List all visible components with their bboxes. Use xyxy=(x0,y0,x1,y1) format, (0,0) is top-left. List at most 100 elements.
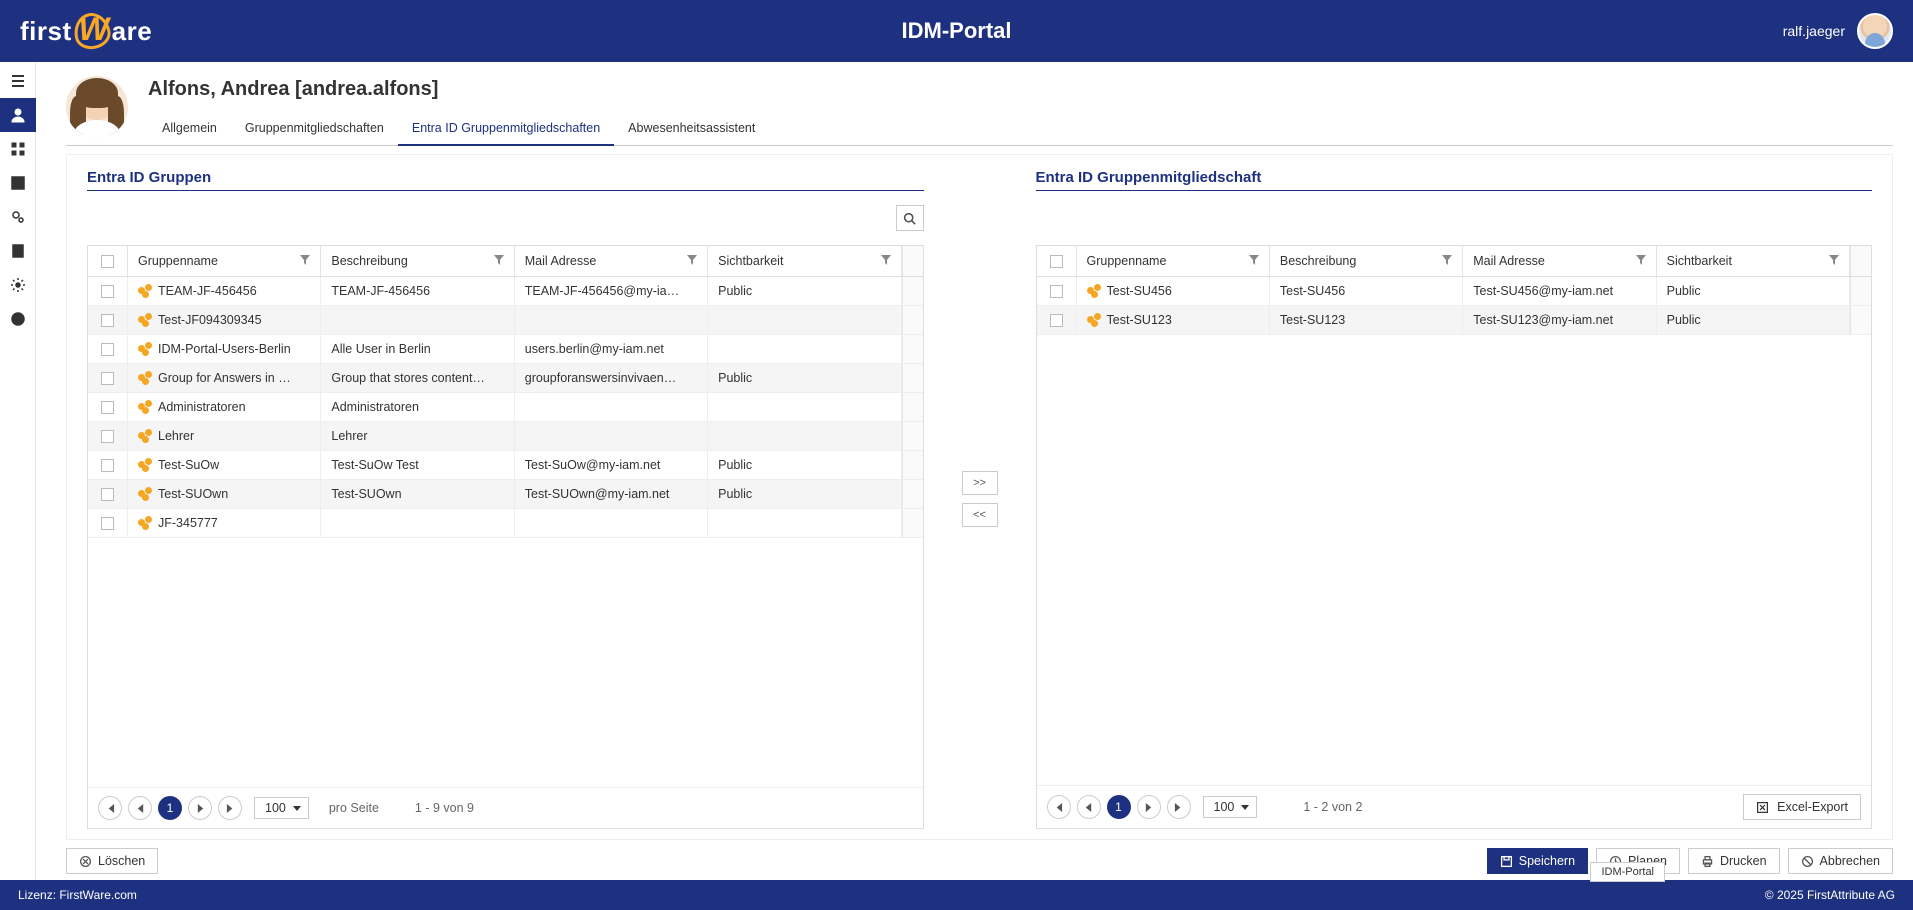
cell-sichtbarkeit: Public xyxy=(708,364,901,392)
filter-icon[interactable] xyxy=(881,254,891,268)
print-button[interactable]: Drucken xyxy=(1688,848,1780,874)
nav-menu-icon[interactable] xyxy=(0,64,36,98)
cell-mail: Test-SU456@my-iam.net xyxy=(1463,277,1656,305)
cell-mail xyxy=(515,509,708,537)
cell-gruppenname: Administratoren xyxy=(128,393,321,421)
nav-clipboard-icon[interactable] xyxy=(0,234,36,268)
nav-widgets-icon[interactable] xyxy=(0,166,36,200)
group-icon xyxy=(138,400,152,414)
pager-last[interactable] xyxy=(1167,795,1191,819)
table-row[interactable]: JF-345777 xyxy=(88,509,923,538)
pager-prev[interactable] xyxy=(128,796,152,820)
nav-settings-icon[interactable] xyxy=(0,268,36,302)
group-icon xyxy=(138,313,152,327)
delete-button[interactable]: Löschen xyxy=(66,848,158,874)
tab-allgemein[interactable]: Allgemein xyxy=(148,113,231,145)
user-area[interactable]: ralf.jaeger xyxy=(1783,13,1893,49)
cell-beschreibung: Test-SuOw Test xyxy=(321,451,514,479)
header-checkbox[interactable] xyxy=(1037,246,1077,276)
table-row[interactable]: AdministratorenAdministratoren xyxy=(88,393,923,422)
header-beschreibung[interactable]: Beschreibung xyxy=(321,246,514,276)
table-row[interactable]: Test-JF094309345 xyxy=(88,306,923,335)
header-beschreibung[interactable]: Beschreibung xyxy=(1270,246,1463,276)
group-icon xyxy=(138,458,152,472)
header-mail[interactable]: Mail Adresse xyxy=(515,246,708,276)
username: ralf.jaeger xyxy=(1783,23,1845,39)
cell-mail: Test-SuOw@my-iam.net xyxy=(515,451,708,479)
group-icon xyxy=(138,371,152,385)
table-row[interactable]: LehrerLehrer xyxy=(88,422,923,451)
filter-icon[interactable] xyxy=(300,254,310,268)
row-checkbox[interactable] xyxy=(1037,306,1077,334)
filter-icon[interactable] xyxy=(1442,254,1452,268)
cell-sichtbarkeit: Public xyxy=(708,451,901,479)
table-row[interactable]: Test-SUOwnTest-SUOwnTest-SUOwn@my-iam.ne… xyxy=(88,480,923,509)
table-row[interactable]: IDM-Portal-Users-BerlinAlle User in Berl… xyxy=(88,335,923,364)
table-row[interactable]: TEAM-JF-456456TEAM-JF-456456TEAM-JF-4564… xyxy=(88,277,923,306)
header-sichtbarkeit[interactable]: Sichtbarkeit xyxy=(708,246,901,276)
page-size-select[interactable]: 100 xyxy=(1203,796,1258,818)
filter-icon[interactable] xyxy=(494,254,504,268)
pager-last[interactable] xyxy=(218,796,242,820)
cell-beschreibung: TEAM-JF-456456 xyxy=(321,277,514,305)
right-pager: 1 100 1 - 2 von 2 Excel-Export xyxy=(1037,785,1872,828)
table-row[interactable]: Test-SuOwTest-SuOw TestTest-SuOw@my-iam.… xyxy=(88,451,923,480)
header-gruppenname[interactable]: Gruppenname xyxy=(128,246,321,276)
row-checkbox[interactable] xyxy=(88,364,128,392)
cell-mail: users.berlin@my-iam.net xyxy=(515,335,708,363)
tabs: Allgemein Gruppenmitgliedschaften Entra … xyxy=(148,113,1893,145)
nav-gear-icon[interactable] xyxy=(0,200,36,234)
table-row[interactable]: Test-SU456Test-SU456Test-SU456@my-iam.ne… xyxy=(1037,277,1872,306)
cell-gruppenname: TEAM-JF-456456 xyxy=(128,277,321,305)
cell-beschreibung: Lehrer xyxy=(321,422,514,450)
left-section-title: Entra ID Gruppen xyxy=(87,169,924,191)
nav-user-icon[interactable] xyxy=(0,98,36,132)
pager-first[interactable] xyxy=(98,796,122,820)
row-checkbox[interactable] xyxy=(88,393,128,421)
filter-icon[interactable] xyxy=(687,254,697,268)
header-checkbox[interactable] xyxy=(88,246,128,276)
tab-gruppenmitgliedschaften[interactable]: Gruppenmitgliedschaften xyxy=(231,113,398,145)
tab-abwesenheitsassistent[interactable]: Abwesenheitsassistent xyxy=(614,113,769,145)
cell-sichtbarkeit xyxy=(708,393,901,421)
excel-export-button[interactable]: Excel-Export xyxy=(1743,794,1861,820)
filter-icon[interactable] xyxy=(1636,254,1646,268)
cell-gruppenname: JF-345777 xyxy=(128,509,321,537)
search-button[interactable] xyxy=(896,205,924,231)
row-checkbox[interactable] xyxy=(88,422,128,450)
cell-gruppenname: Test-SU456 xyxy=(1077,277,1270,305)
table-row[interactable]: Test-SU123Test-SU123Test-SU123@my-iam.ne… xyxy=(1037,306,1872,335)
cancel-button[interactable]: Abbrechen xyxy=(1788,848,1893,874)
pager-prev[interactable] xyxy=(1077,795,1101,819)
header-sichtbarkeit[interactable]: Sichtbarkeit xyxy=(1657,246,1850,276)
user-avatar[interactable] xyxy=(1857,13,1893,49)
cell-sichtbarkeit: Public xyxy=(708,480,901,508)
nav-grid-icon[interactable] xyxy=(0,132,36,166)
transfer-add[interactable]: >> xyxy=(962,471,998,495)
pager-next[interactable] xyxy=(188,796,212,820)
save-button[interactable]: Speichern xyxy=(1487,848,1588,874)
transfer-remove[interactable]: << xyxy=(962,503,998,527)
row-checkbox[interactable] xyxy=(88,451,128,479)
row-checkbox[interactable] xyxy=(88,509,128,537)
header-mail[interactable]: Mail Adresse xyxy=(1463,246,1656,276)
tab-entra-id-gruppen[interactable]: Entra ID Gruppenmitgliedschaften xyxy=(398,113,614,145)
nav-info-icon[interactable] xyxy=(0,302,36,336)
row-checkbox[interactable] xyxy=(88,480,128,508)
sidenav xyxy=(0,62,36,880)
cell-beschreibung: Administratoren xyxy=(321,393,514,421)
row-checkbox[interactable] xyxy=(88,335,128,363)
pager-next[interactable] xyxy=(1137,795,1161,819)
group-icon xyxy=(138,284,152,298)
header-gruppenname[interactable]: Gruppenname xyxy=(1077,246,1270,276)
cell-beschreibung: Test-SU123 xyxy=(1270,306,1463,334)
pager-first[interactable] xyxy=(1047,795,1071,819)
row-checkbox[interactable] xyxy=(88,277,128,305)
cell-sichtbarkeit: Public xyxy=(1657,306,1850,334)
row-checkbox[interactable] xyxy=(88,306,128,334)
filter-icon[interactable] xyxy=(1249,254,1259,268)
filter-icon[interactable] xyxy=(1829,254,1839,268)
table-row[interactable]: Group for Answers in …Group that stores … xyxy=(88,364,923,393)
page-size-select[interactable]: 100 xyxy=(254,797,309,819)
row-checkbox[interactable] xyxy=(1037,277,1077,305)
